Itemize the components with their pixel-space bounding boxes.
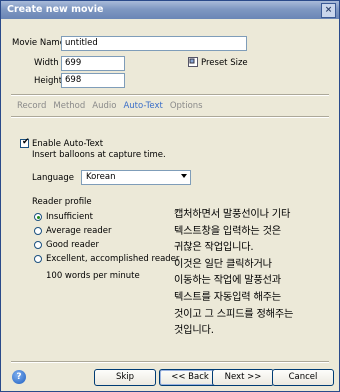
width-label: Width	[34, 58, 59, 68]
reading-speed-text: 100 words per minute	[46, 271, 140, 281]
tab-method[interactable]: Method	[53, 101, 85, 111]
annotation-line: 귀찮은 작업입니다.	[174, 242, 254, 254]
annotation-line: 텍스트창을 입력하는 것은	[174, 225, 281, 237]
width-input[interactable]: 699	[61, 56, 125, 71]
chevron-down-icon	[181, 174, 187, 178]
next-button[interactable]: Next >>	[212, 369, 274, 386]
resize-icon[interactable]	[188, 57, 198, 67]
reader-profile-label: Reader profile	[32, 197, 92, 207]
radio-excellent-reader[interactable]	[34, 255, 42, 263]
annotation-text: 캡처하면서 말풍선이나 기타 텍스트창을 입력하는 것은 귀찮은 작업입니다. …	[174, 207, 334, 340]
language-select[interactable]: Korean	[81, 170, 191, 185]
radio-good-reader-label[interactable]: Good reader	[46, 240, 99, 250]
tab-auto-text[interactable]: Auto-Text	[123, 101, 162, 111]
create-movie-dialog: Create new movie × Movie Name untitled W…	[0, 0, 340, 392]
radio-good-reader[interactable]	[34, 241, 42, 249]
height-label: Height	[34, 76, 63, 86]
annotation-line: 것이고 그 스피드를 정해주는	[174, 308, 294, 320]
skip-button[interactable]: Skip	[94, 369, 156, 386]
help-icon[interactable]: ?	[12, 370, 26, 384]
annotation-line: 이동하는 작업에 말풍선과	[174, 275, 281, 287]
annotation-line: 것입니다.	[174, 325, 214, 337]
radio-average-reader-label[interactable]: Average reader	[46, 226, 111, 236]
radio-insufficient[interactable]	[34, 213, 42, 221]
annotation-line: 텍스트를 자동입력 해주는	[174, 291, 281, 303]
radio-average-reader[interactable]	[34, 227, 42, 235]
radio-insufficient-label[interactable]: Insufficient	[46, 212, 93, 222]
window-title: Create new movie	[7, 4, 104, 15]
tab-record[interactable]: Record	[17, 101, 46, 111]
auto-text-description: Insert balloons at capture time.	[32, 150, 166, 160]
annotation-line: 이것은 일단 클릭하거나	[174, 258, 272, 270]
height-input[interactable]: 698	[61, 73, 125, 88]
cancel-button[interactable]: Cancel	[272, 369, 334, 386]
divider	[11, 94, 329, 96]
settings-tabs: Record Method Audio Auto-Text Options	[17, 101, 203, 111]
enable-auto-text-checkbox[interactable]: ✔	[20, 137, 30, 148]
movie-name-input[interactable]: untitled	[61, 36, 247, 51]
divider	[11, 116, 329, 118]
checkmark-icon: ✔	[22, 137, 30, 147]
language-value: Korean	[86, 172, 116, 182]
divider	[11, 361, 329, 363]
tab-options[interactable]: Options	[170, 101, 203, 111]
movie-name-label: Movie Name	[12, 38, 65, 48]
language-label: Language	[32, 173, 74, 183]
close-icon[interactable]: ×	[321, 3, 336, 18]
tab-audio[interactable]: Audio	[92, 101, 116, 111]
enable-auto-text-label: Enable Auto-Text	[32, 139, 104, 149]
preset-size-link[interactable]: Preset Size	[201, 58, 248, 68]
title-bar[interactable]: Create new movie ×	[1, 1, 339, 19]
radio-excellent-reader-label[interactable]: Excellent, accomplished reader	[46, 254, 179, 264]
annotation-line: 캡처하면서 말풍선이나 기타	[174, 209, 291, 220]
